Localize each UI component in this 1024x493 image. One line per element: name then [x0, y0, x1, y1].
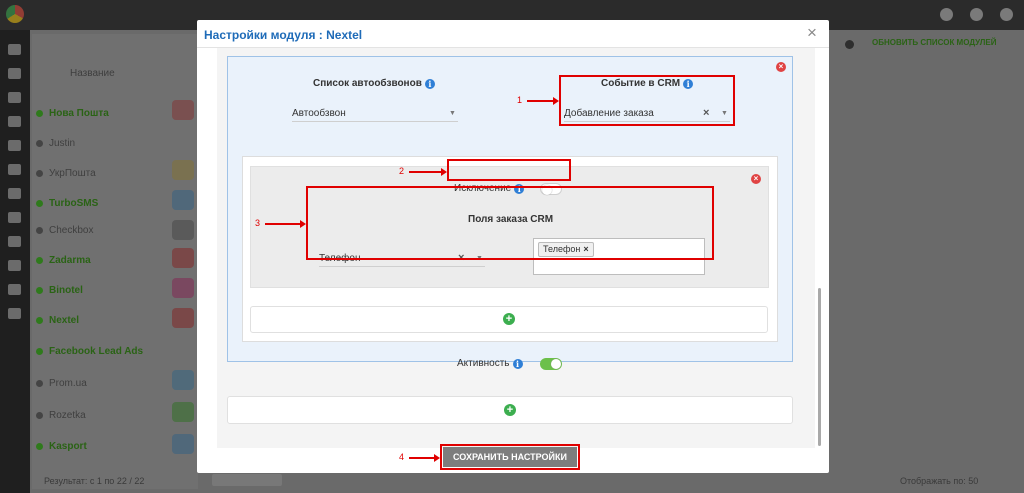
annotation-arrow-1	[527, 97, 559, 105]
modal-title: Настройки модуля : Nextel	[204, 28, 363, 42]
cart-icon[interactable]	[8, 68, 21, 79]
binotel-logo	[172, 278, 194, 298]
ukrposhta-logo	[172, 160, 194, 180]
close-icon[interactable]: ×	[807, 24, 817, 41]
status-dot-icon	[36, 139, 43, 147]
monitor-icon[interactable]	[8, 44, 21, 55]
annotation-number-4: 4	[399, 452, 405, 462]
info-icon[interactable]: i	[512, 359, 523, 369]
heart-icon[interactable]	[8, 284, 21, 295]
side-nav	[0, 30, 30, 493]
module-item-promua[interactable]: Prom.ua	[36, 378, 87, 389]
toggle-icon[interactable]	[8, 308, 21, 319]
annotation-box-4	[440, 444, 580, 470]
truck-icon[interactable]	[8, 188, 21, 199]
status-dot-icon	[36, 442, 43, 450]
annotation-number-1: 1	[517, 95, 523, 105]
delete-rule-icon[interactable]: ×	[776, 62, 786, 72]
module-item-zadarma[interactable]: Zadarma	[36, 255, 91, 266]
zadarma-logo	[172, 248, 194, 268]
megaphone-icon[interactable]	[8, 164, 21, 175]
checkbox-logo	[172, 220, 194, 240]
status-dot-icon	[36, 316, 43, 324]
delete-condition-icon[interactable]: ×	[751, 174, 761, 184]
status-dot-icon	[36, 411, 43, 419]
annotation-box-1	[559, 75, 735, 126]
money-icon[interactable]	[8, 236, 21, 247]
help-icon[interactable]	[8, 260, 21, 271]
rozetka-logo	[172, 402, 194, 422]
status-dot-icon	[36, 169, 43, 177]
module-item-kasport[interactable]: Kasport	[36, 441, 87, 452]
page-size-selector[interactable]: Отображать по: 50	[900, 476, 978, 486]
column-header: Название	[70, 68, 115, 79]
module-item-turbosms[interactable]: TurboSMS	[36, 198, 98, 209]
activity-toggle[interactable]	[540, 358, 562, 370]
gear-icon[interactable]	[845, 40, 854, 49]
autodial-select[interactable]: Автообзвон ▼	[292, 106, 458, 122]
box-icon[interactable]	[8, 140, 21, 151]
modal-header: Настройки модуля : Nextel ×	[197, 20, 829, 48]
module-item-ukrposhta[interactable]: УкрПошта	[36, 168, 96, 179]
annotation-box-3	[306, 186, 714, 260]
module-item-checkbox[interactable]: Checkbox	[36, 225, 93, 236]
results-counter: Результат: с 1 по 22 / 22	[44, 476, 145, 486]
promua-logo	[172, 370, 194, 390]
info-icon[interactable]: i	[424, 79, 435, 89]
status-dot-icon	[36, 286, 43, 294]
annotation-number-2: 2	[399, 166, 405, 176]
users-icon[interactable]	[8, 92, 21, 103]
turbosms-logo	[172, 190, 194, 210]
status-dot-icon	[36, 379, 43, 387]
module-item-facebook[interactable]: Facebook Lead Ads	[36, 346, 143, 357]
status-dot-icon	[36, 256, 43, 264]
status-dot-icon	[36, 109, 43, 117]
status-dot-icon	[36, 199, 43, 207]
status-dot-icon	[36, 226, 43, 234]
bell-icon[interactable]	[970, 8, 983, 21]
autodial-list-label: Список автообзвонов i	[313, 78, 435, 89]
annotation-box-2	[447, 159, 571, 181]
add-condition-icon[interactable]: +	[503, 313, 515, 325]
novaposhta-logo	[172, 100, 194, 120]
kasport-logo	[172, 434, 194, 454]
bank-icon[interactable]	[8, 116, 21, 127]
refresh-modules-button[interactable]: Обновить список модулей	[872, 38, 997, 47]
module-item-rozetka[interactable]: Rozetka	[36, 410, 86, 421]
module-item-justin[interactable]: Justin	[36, 138, 75, 149]
chevron-down-icon[interactable]: ▼	[449, 110, 456, 117]
module-item-novaposhta[interactable]: Нова Пошта	[36, 108, 109, 119]
nextel-logo	[172, 308, 194, 328]
module-item-nextel[interactable]: Nextel	[36, 315, 79, 326]
annotation-number-3: 3	[255, 218, 261, 228]
module-item-binotel[interactable]: Binotel	[36, 285, 83, 296]
user-icon[interactable]	[940, 8, 953, 21]
pagination[interactable]	[212, 474, 282, 486]
status-dot-icon	[36, 347, 43, 355]
app-logo	[6, 5, 24, 23]
annotation-arrow-3	[265, 220, 306, 228]
add-rule-icon[interactable]: +	[504, 404, 516, 416]
annotation-arrow-2	[409, 168, 447, 176]
activity-label: Активность i	[457, 358, 523, 369]
settings-icon[interactable]	[1000, 8, 1013, 21]
modal-scrollbar[interactable]	[818, 288, 821, 446]
annotation-arrow-4	[409, 454, 440, 462]
chart-icon[interactable]	[8, 212, 21, 223]
